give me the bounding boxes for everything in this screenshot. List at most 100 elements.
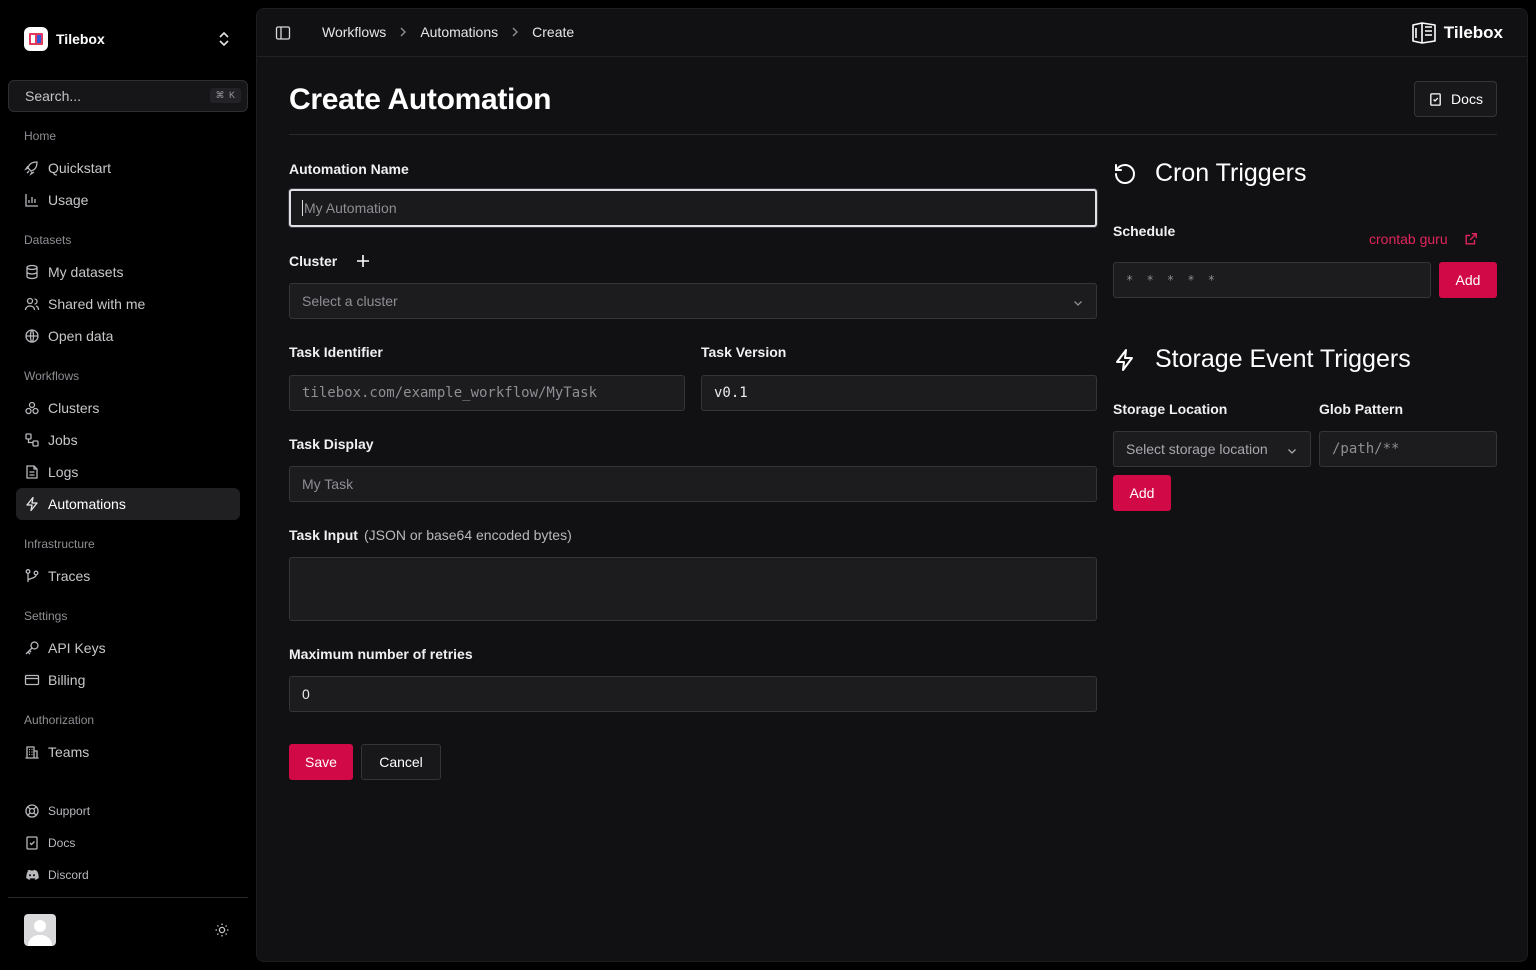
cancel-button[interactable]: Cancel: [361, 744, 441, 780]
discord-icon: [26, 869, 39, 880]
chevron-down-icon: [1286, 444, 1298, 460]
max-retries-input[interactable]: 0: [289, 676, 1097, 712]
sidebar-item-logs[interactable]: Logs: [16, 456, 240, 488]
task-identifier-placeholder: tilebox.com/example_workflow/MyTask: [302, 385, 598, 401]
automation-name-input[interactable]: My Automation: [289, 189, 1097, 227]
add-cluster-icon[interactable]: [355, 253, 371, 272]
storage-location-select[interactable]: Select storage location: [1113, 431, 1311, 467]
building-icon: [25, 746, 39, 759]
glob-pattern-label: Glob Pattern: [1319, 401, 1404, 417]
breadcrumb-workflows[interactable]: Workflows: [322, 24, 386, 40]
sidebar-item-my-datasets[interactable]: My datasets: [16, 256, 240, 288]
breadcrumb: Workflows Automations Create: [322, 24, 574, 40]
rocket-icon: [24, 161, 38, 176]
book-check-icon: [1430, 92, 1441, 106]
chevron-updown-icon[interactable]: [216, 30, 232, 51]
sidebar-toggle-icon[interactable]: [275, 25, 291, 44]
search-input[interactable]: Search... ⌘ K: [8, 80, 248, 112]
automation-name-placeholder: My Automation: [304, 200, 397, 216]
sidebar-item-shared-with-me[interactable]: Shared with me: [16, 288, 240, 320]
task-input-hint: (JSON or base64 encoded bytes): [363, 527, 572, 543]
section-workflows: Workflows: [24, 369, 80, 383]
sidebar-item-label: Shared with me: [48, 296, 146, 312]
sidebar-item-label: Traces: [48, 568, 91, 584]
rotate-ccw-icon: [1115, 163, 1135, 184]
max-retries-value: 0: [302, 686, 310, 702]
schedule-placeholder: * * * * *: [1126, 273, 1219, 287]
chevron-right-icon: [511, 27, 519, 37]
org-name: Tilebox: [56, 31, 105, 47]
sidebar-item-quickstart[interactable]: Quickstart: [16, 152, 240, 184]
sidebar-item-automations[interactable]: Automations: [16, 488, 240, 520]
section-datasets: Datasets: [24, 233, 72, 247]
task-identifier-input[interactable]: tilebox.com/example_workflow/MyTask: [289, 375, 685, 411]
task-input-textarea[interactable]: [289, 557, 1097, 621]
task-version-value: v0.1: [714, 385, 748, 401]
automation-name-label: Automation Name: [289, 161, 409, 177]
schedule-label: Schedule: [1113, 223, 1176, 239]
org-logo-icon: [24, 27, 48, 51]
cron-triggers-heading: Cron Triggers: [1113, 159, 1306, 188]
database-icon: [26, 264, 38, 280]
org-switcher[interactable]: Tilebox: [16, 24, 240, 54]
task-display-label: Task Display: [289, 436, 374, 452]
sidebar-item-label: Logs: [48, 464, 79, 480]
sidebar-item-discord[interactable]: Discord: [16, 859, 240, 891]
book-check-icon: [26, 836, 38, 850]
chevron-down-icon: [1072, 296, 1084, 312]
glob-pattern-input[interactable]: /path/**: [1319, 431, 1497, 467]
sidebar-item-jobs[interactable]: Jobs: [16, 424, 240, 456]
storage-triggers-heading: Storage Event Triggers: [1113, 345, 1411, 374]
chevron-right-icon: [399, 27, 407, 37]
storage-location-label: Storage Location: [1113, 401, 1228, 417]
task-input-label: Task Input (JSON or base64 encoded bytes): [289, 527, 572, 543]
sidebar-item-clusters[interactable]: Clusters: [16, 392, 240, 424]
sidebar-item-open-data[interactable]: Open data: [16, 320, 240, 352]
save-button[interactable]: Save: [289, 744, 353, 780]
sidebar: Tilebox Search... ⌘ K Home Quickstart Us…: [0, 0, 256, 970]
avatar[interactable]: [24, 914, 56, 946]
sidebar-item-label: API Keys: [48, 640, 106, 656]
sidebar-item-docs[interactable]: Docs: [16, 827, 240, 859]
task-version-input[interactable]: v0.1: [701, 375, 1097, 411]
section-settings: Settings: [24, 609, 68, 623]
sidebar-item-usage[interactable]: Usage: [16, 184, 240, 216]
cluster-select[interactable]: Select a cluster: [289, 283, 1097, 319]
main-panel: Workflows Automations Create Tilebox Cre…: [256, 8, 1528, 962]
max-retries-label: Maximum number of retries: [289, 646, 473, 662]
sidebar-item-support[interactable]: Support: [16, 795, 240, 827]
sidebar-item-label: My datasets: [48, 264, 124, 280]
task-display-input[interactable]: My Task: [289, 466, 1097, 502]
brand-logo[interactable]: Tilebox: [1411, 21, 1503, 45]
sidebar-divider: [8, 897, 248, 898]
add-storage-trigger-button[interactable]: Add: [1113, 475, 1171, 511]
task-display-placeholder: My Task: [302, 476, 354, 492]
sidebar-item-label: Discord: [48, 868, 89, 882]
section-infrastructure: Infrastructure: [24, 537, 95, 551]
docs-button[interactable]: Docs: [1414, 81, 1497, 117]
users-icon: [24, 297, 40, 311]
docs-button-label: Docs: [1451, 91, 1483, 107]
sidebar-item-label: Automations: [48, 496, 126, 512]
schedule-input[interactable]: * * * * *: [1113, 262, 1431, 298]
breadcrumb-create: Create: [532, 24, 575, 40]
add-cron-button[interactable]: Add: [1439, 262, 1497, 298]
git-branch-icon: [25, 569, 39, 582]
sidebar-item-api-keys[interactable]: API Keys: [16, 632, 240, 664]
top-bar: Workflows Automations Create Tilebox: [257, 9, 1527, 57]
external-link-icon: [1465, 233, 1477, 245]
cluster-select-placeholder: Select a cluster: [302, 293, 398, 309]
lifebuoy-icon: [25, 804, 39, 818]
sidebar-item-teams[interactable]: Teams: [16, 736, 240, 768]
breadcrumb-automations[interactable]: Automations: [420, 24, 498, 40]
sidebar-item-label: Usage: [48, 192, 89, 208]
crontab-guru-link[interactable]: crontab guru: [1369, 231, 1478, 247]
zap-icon: [1116, 348, 1133, 371]
sidebar-item-billing[interactable]: Billing: [16, 664, 240, 696]
header-divider: [289, 134, 1497, 135]
workflow-icon: [25, 433, 39, 447]
sidebar-item-label: Docs: [48, 836, 76, 850]
sun-icon[interactable]: [214, 922, 230, 941]
sidebar-item-traces[interactable]: Traces: [16, 560, 240, 592]
task-identifier-label: Task Identifier: [289, 344, 383, 360]
